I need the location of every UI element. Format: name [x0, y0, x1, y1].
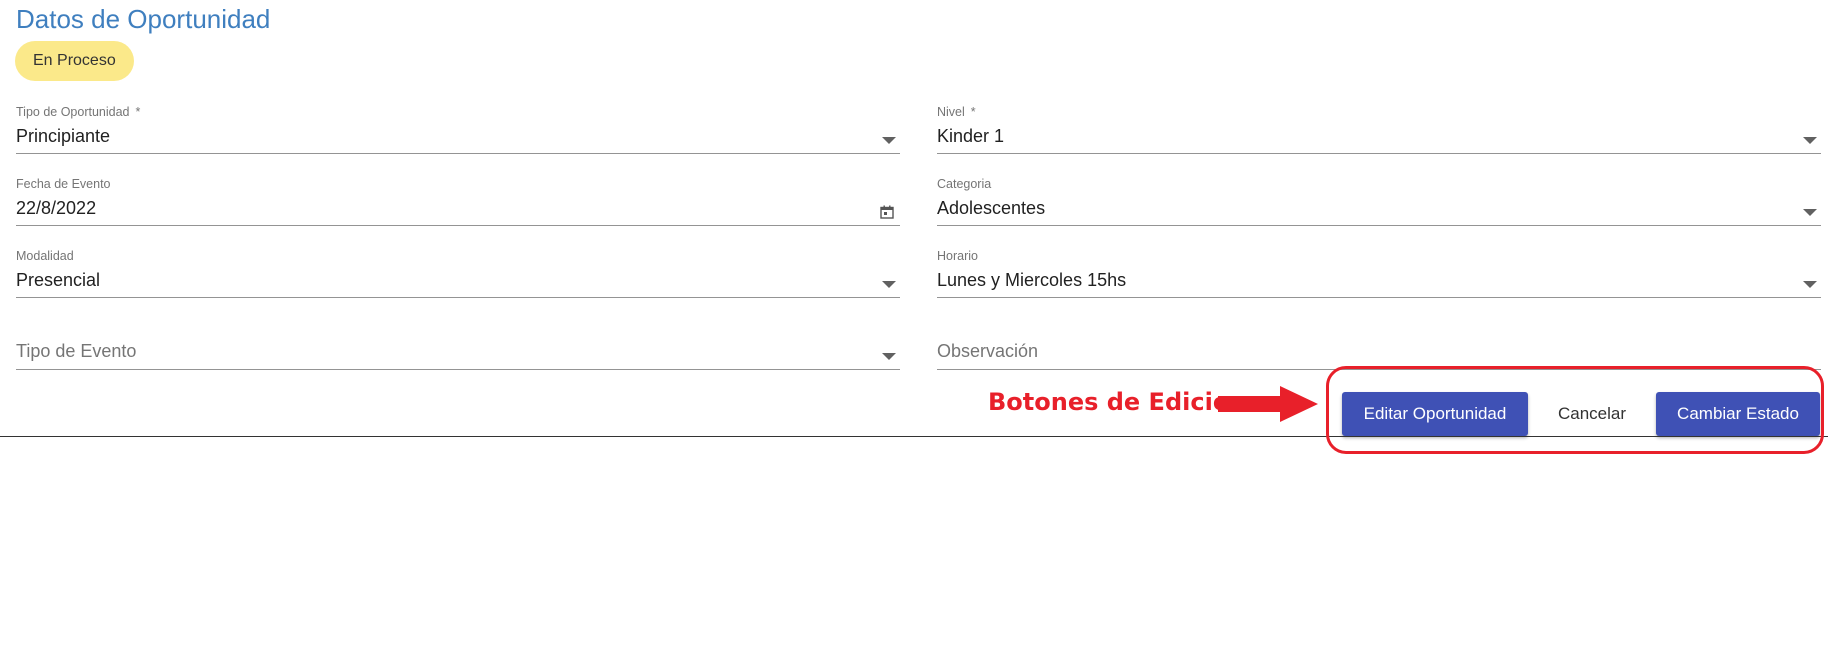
chevron-down-icon[interactable] — [882, 281, 896, 288]
fecha-evento-label: Fecha de Evento — [16, 177, 111, 191]
chevron-down-icon[interactable] — [1803, 209, 1817, 216]
annotation-arrow-icon — [1218, 386, 1318, 422]
chevron-down-icon[interactable] — [882, 137, 896, 144]
field-underline — [16, 369, 900, 370]
field-underline — [937, 225, 1821, 226]
modalidad-value: Presencial — [16, 270, 101, 290]
tipo-oportunidad-value: Principiante — [16, 126, 111, 146]
fecha-evento-value: 22/8/2022 — [16, 198, 97, 218]
field-underline — [937, 153, 1821, 154]
annotation-highlight-box — [1326, 366, 1824, 454]
tipo-oportunidad-label: Tipo de Oportunidad * — [16, 105, 141, 119]
categoria-value: Adolescentes — [937, 198, 1046, 218]
page-title: Datos de Oportunidad — [16, 4, 271, 34]
nivel-value: Kinder 1 — [937, 126, 1005, 146]
chevron-down-icon[interactable] — [1803, 137, 1817, 144]
categoria-label: Categoria — [937, 177, 992, 191]
horario-label: Horario — [937, 249, 978, 263]
calendar-icon[interactable] — [880, 205, 894, 219]
field-underline — [937, 297, 1821, 298]
chevron-down-icon[interactable] — [882, 353, 896, 360]
modalidad-label: Modalidad — [16, 249, 74, 263]
page: Datos de Oportunidad En Proceso Tipo de … — [0, 0, 1828, 648]
nivel-label: Nivel * — [937, 105, 976, 119]
annotation-label: Botones de Edicion — [988, 388, 1247, 416]
field-underline — [16, 153, 900, 154]
observacion-placeholder: Observación — [937, 341, 1039, 361]
chevron-down-icon[interactable] — [1803, 281, 1817, 288]
field-underline — [16, 297, 900, 298]
status-badge: En Proceso — [15, 41, 134, 81]
horario-value: Lunes y Miercoles 15hs — [937, 270, 1127, 290]
tipo-evento-placeholder: Tipo de Evento — [16, 341, 137, 361]
field-underline — [16, 225, 900, 226]
